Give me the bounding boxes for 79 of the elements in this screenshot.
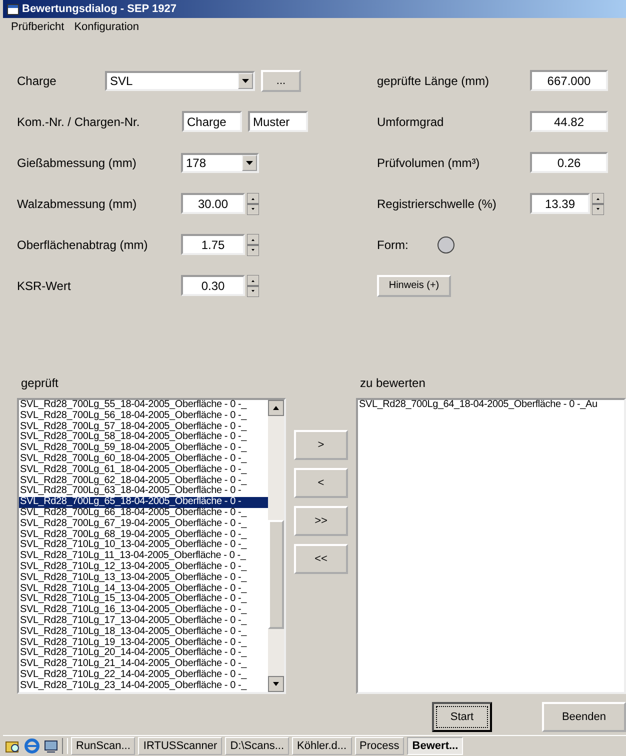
list-item[interactable]: SVL_Rd28_710Lg_18_13-04-2005_Oberfläche - 0 -_ [19,626,268,638]
field-label: geprüfte Länge (mm) [377,74,490,88]
circle-shape [437,236,455,254]
browse-button[interactable]: ... [261,70,301,92]
spinner-buttons[interactable] [247,274,259,296]
spinner-buttons[interactable] [247,234,259,256]
input-field: 667.000 [530,70,608,91]
list-item[interactable]: SVL_Rd28_710Lg_23_14-04-2005_Oberfläche - 0 -_ [19,680,268,692]
list-label: zu bewerten [359,376,426,392]
list-item[interactable]: SVL_Rd28_710Lg_16_13-04-2005_Oberfläche - 0 -_ [19,605,268,616]
list-item[interactable]: SVL_Rd28_710Lg_11_13-04-2005_Oberfläche - 0 -_ [19,551,268,562]
menu-item[interactable]: Konfiguration [74,21,140,33]
list-item[interactable]: SVL_Rd28_700Lg_55_18-04-2005_Oberfläche - 0 -_ [19,400,268,411]
list-item[interactable]: SVL_Rd28_700Lg_57_18-04-2005_Oberfläche - 0 -_ [19,422,268,432]
list-item[interactable]: SVL_Rd28_710Lg_19_13-04-2005_Oberfläche - 0 -_ [19,638,268,648]
spinner-buttons[interactable] [247,192,259,214]
taskbar-button[interactable]: Process [354,737,404,755]
desktop-icon[interactable] [43,738,59,754]
list-item[interactable]: SVL_Rd28_700Lg_59_18-04-2005_Oberfläche - 0 -_ [19,443,268,454]
field-label: Umformgrad [377,114,445,128]
list-item[interactable]: SVL_Rd28_710Lg_17_13-04-2005_Oberfläche - 0 -_ [19,616,268,627]
taskbar-button[interactable]: Köhler.d... [292,737,352,755]
list-item[interactable]: SVL_Rd28_710Lg_14_13-04-2005_Oberfläche - 0 -_ [19,584,268,594]
input-field: 44.82 [530,111,608,132]
dropdown[interactable]: 178 [181,152,259,172]
field-label: KSR-Wert [17,278,72,292]
dropdown[interactable]: SVL [105,70,255,90]
dialog-button[interactable]: Beenden [542,702,626,732]
field-label: Gießabmessung (mm) [17,156,138,170]
caret-icon [242,78,249,82]
list-item[interactable]: SVL_Rd28_700Lg_67_19-04-2005_Oberfläche - 0 -_ [19,518,268,530]
list-item[interactable]: SVL_Rd28_710Lg_15_13-04-2005_Oberfläche - 0 -_ [19,594,268,606]
window-title: Bewertungsdialog - SEP 1927 [22,3,176,15]
move-button[interactable]: > [294,430,348,460]
taskbar-button[interactable]: RunScan... [71,737,136,755]
field-label: Oberflächenabtrag (mm) [17,238,149,252]
scrollbar[interactable] [268,400,284,692]
input-field[interactable]: 1.75 [181,234,245,255]
taskbar-button[interactable]: Bewert... [407,737,464,755]
list-item[interactable]: SVL_Rd28_710Lg_10_13-04-2005_Oberfläche - 0 -_ [19,540,268,552]
list-item[interactable]: SVL_Rd28_710Lg_12_13-04-2005_Oberfläche - 0 -_ [19,562,268,573]
input-field[interactable]: 0.30 [181,275,245,296]
spinner-buttons[interactable] [592,192,604,214]
list-item[interactable]: SVL_Rd28_700Lg_66_18-04-2005_Oberfläche - 0 -_ [19,508,268,519]
list-item[interactable]: SVL_Rd28_710Lg_13_13-04-2005_Oberfläche - 0 -_ [19,572,268,584]
list-item[interactable]: SVL_Rd28_700Lg_65_18-04-2005_Oberfläche - 0 - [19,497,268,508]
list-item[interactable]: SVL_Rd28_710Lg_22_14-04-2005_Oberfläche - 0 -_ [19,670,268,681]
input-field[interactable]: 13.39 [530,193,590,214]
move-button[interactable]: << [294,544,348,574]
list-item[interactable]: SVL_Rd28_710Lg_21_14-04-2005_Oberfläche - 0 -_ [19,659,268,670]
taskbar-button[interactable]: D:\Scans... [225,737,289,755]
field-label: Registrierschwelle (%) [377,196,498,210]
field-label: Kom.-Nr. / Chargen-Nr. [17,114,141,128]
list-item[interactable]: SVL_Rd28_710Lg_20_14-04-2005_Oberfläche - 0 -_ [19,648,268,660]
move-button[interactable]: < [294,468,348,498]
window-icon [7,4,19,14]
hint-button[interactable]: Hinweis (+) [377,274,451,296]
list-item[interactable]: SVL_Rd28_700Lg_63_18-04-2005_Oberfläche - 0 - [19,486,268,498]
list-item[interactable]: SVL_Rd28_700Lg_60_18-04-2005_Oberfläche - 0 -_ [19,454,268,465]
list-item[interactable]: SVL_Rd28_700Lg_64_18-04-2005_Oberfläche - 0 -_Au [358,400,624,411]
input-field[interactable]: Muster [248,111,308,132]
input-field[interactable]: Charge [182,111,242,132]
field-label: Prüfvolumen (mm³) [377,156,481,170]
input-field: 0.26 [530,152,608,173]
list-label: geprüft [20,376,60,392]
list-item[interactable]: SVL_Rd28_700Lg_62_18-04-2005_Oberfläche - 0 -_ [19,476,268,486]
list-item[interactable]: SVL_Rd28_700Lg_58_18-04-2005_Oberfläche - 0 -_ [19,432,268,444]
field-label: Walzabmessung (mm) [17,196,138,210]
taskbar-button[interactable]: IRTUSScanner [138,737,222,755]
list-item[interactable]: SVL_Rd28_700Lg_68_19-04-2005_Oberfläche - 0 -_ [19,530,268,540]
dialog-button[interactable]: Start [432,702,492,732]
move-button[interactable]: >> [294,506,348,536]
list-item[interactable]: SVL_Rd28_700Lg_56_18-04-2005_Oberfläche - 0 -_ [19,410,268,422]
field-label: Form: [377,238,410,252]
field-label: Charge [17,74,58,88]
input-field[interactable]: 30.00 [181,193,245,214]
caret-icon [246,160,253,164]
list-item[interactable]: SVL_Rd28_700Lg_61_18-04-2005_Oberfläche - 0 -_ [19,464,268,476]
menu-item[interactable]: Prüfbericht [11,21,64,33]
